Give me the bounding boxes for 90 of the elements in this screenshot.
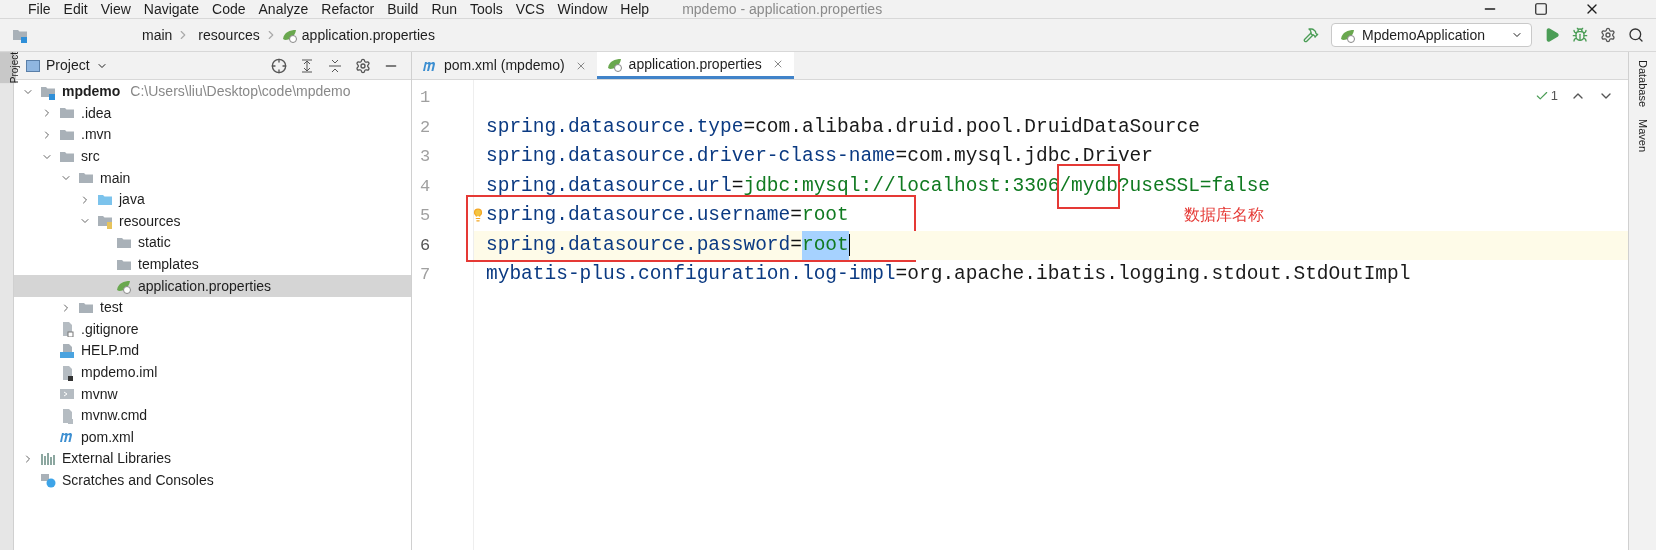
search-icon[interactable]	[1628, 27, 1644, 43]
tree-item[interactable]: mvnw	[14, 383, 411, 405]
leaf-icon	[1340, 27, 1357, 43]
tree-item[interactable]: mvnw.cmd	[14, 404, 411, 427]
tree-item[interactable]: .gitignore	[14, 318, 411, 341]
code-token: jdbc:mysql://localhost:3306	[743, 173, 1060, 199]
tree-item[interactable]: main	[14, 167, 411, 189]
code-token: spring.datasource.password	[486, 232, 791, 258]
menu-item[interactable]: File	[28, 0, 51, 20]
code-token: root	[801, 203, 849, 229]
tool-window-tab[interactable]: Maven	[1634, 119, 1651, 153]
inspection-count[interactable]: 1	[1534, 86, 1558, 106]
run-configuration-dropdown[interactable]: MpdemoApplication	[1331, 23, 1532, 47]
tree-item[interactable]: resources	[14, 210, 411, 233]
breadcrumb-item[interactable]: application.properties	[301, 24, 435, 46]
markdown-file-icon	[59, 342, 75, 359]
leaf-icon	[116, 278, 132, 295]
menu-item[interactable]: Navigate	[143, 0, 200, 20]
menu-item[interactable]: Help	[620, 0, 650, 20]
leaf-icon	[281, 27, 298, 43]
expand-all-icon[interactable]	[299, 57, 315, 74]
tree-item[interactable]: templates	[14, 253, 411, 276]
line-number: 5	[419, 205, 432, 227]
tree-item[interactable]: .idea	[14, 102, 411, 125]
code-token: spring.datasource.type	[486, 114, 744, 140]
menu-item[interactable]: Refactor	[321, 0, 375, 20]
breadcrumb-item[interactable]: main	[142, 24, 173, 46]
menu-item[interactable]: Build	[387, 0, 419, 20]
tool-window-tab[interactable]: Database	[1634, 60, 1651, 108]
code-token: spring.datasource.url	[486, 173, 732, 199]
menu-item[interactable]: Tools	[470, 0, 503, 20]
tree-item[interactable]: application.properties	[14, 275, 411, 297]
tree-item[interactable]: mpdemo.iml	[14, 361, 411, 384]
tree-item[interactable]: test	[14, 296, 411, 319]
tree-item[interactable]: .mvn	[14, 124, 411, 146]
folder-icon	[97, 213, 113, 230]
menu-item[interactable]: Run	[431, 0, 458, 20]
code-token: =	[790, 232, 802, 258]
tree-item[interactable]: static	[14, 232, 411, 254]
line-number: 7	[419, 264, 432, 286]
code-token: =	[731, 173, 744, 199]
lightbulb-icon[interactable]	[471, 208, 485, 222]
code-token: =	[895, 262, 908, 288]
module-folder-icon	[12, 27, 28, 43]
collapse-all-icon[interactable]	[327, 57, 343, 74]
code-token: spring.datasource.username	[486, 203, 791, 229]
code-token: mybatis-plus.configuration.log-impl	[486, 262, 896, 288]
run-icon[interactable]	[1544, 27, 1560, 43]
tree-item[interactable]: src	[14, 145, 411, 168]
line-number: 2	[419, 116, 432, 139]
line-number: 1	[419, 87, 432, 109]
build-icon[interactable]	[1303, 27, 1320, 43]
menu-item[interactable]: View	[100, 0, 131, 20]
menu-item[interactable]: Code	[212, 0, 246, 20]
code-token: =	[790, 203, 802, 229]
editor-tab[interactable]: pom.xml (mpdemo)	[412, 52, 597, 79]
project-view-dropdown[interactable]: Project	[26, 55, 108, 76]
menu-item[interactable]: Analyze	[258, 0, 309, 20]
code-token: =	[895, 144, 908, 170]
project-path: C:\Users\liu\Desktop\code\mpdemo	[130, 82, 351, 102]
code-token: spring.datasource.driver-class-name	[486, 144, 896, 170]
settings-icon[interactable]	[355, 57, 371, 74]
menu-item[interactable]: VCS	[515, 0, 545, 20]
breadcrumb-item[interactable]: resources	[198, 24, 260, 46]
code-token: org.apache.ibatis.logging.stdout.StdOutImpl	[907, 262, 1411, 288]
line-number: 4	[419, 175, 432, 198]
folder-icon	[59, 127, 75, 143]
tree-item[interactable]: HELP.md	[14, 340, 411, 362]
tree-item[interactable]: Scratches and Consoles	[14, 469, 411, 492]
code-token: com.alibaba.druid.pool.DruidDataSource	[755, 114, 1200, 140]
leaf-icon	[606, 56, 623, 72]
menu-item[interactable]: Edit	[63, 0, 88, 20]
line-number: 3	[419, 146, 432, 168]
tree-item[interactable]: pom.xml	[14, 426, 411, 449]
scratches-icon	[40, 472, 56, 489]
tree-item[interactable]: External Libraries	[14, 448, 411, 470]
text-cursor	[848, 234, 851, 257]
window-title: mpdemo - application.properties	[682, 0, 883, 19]
editor-tab[interactable]: application.properties	[596, 52, 794, 79]
menu-item[interactable]: Window	[557, 0, 608, 20]
tree-item[interactable]: java	[14, 188, 411, 211]
code-token: root	[801, 230, 849, 260]
code-token: =	[743, 114, 756, 140]
line-number: 6	[419, 234, 432, 257]
maximize-icon[interactable]	[1534, 2, 1548, 16]
libraries-icon	[40, 450, 56, 467]
settings-icon[interactable]	[1600, 27, 1616, 43]
annotation-text: 数据库名称	[1184, 204, 1264, 226]
locate-icon[interactable]	[271, 57, 287, 74]
debug-icon[interactable]	[1572, 27, 1588, 43]
